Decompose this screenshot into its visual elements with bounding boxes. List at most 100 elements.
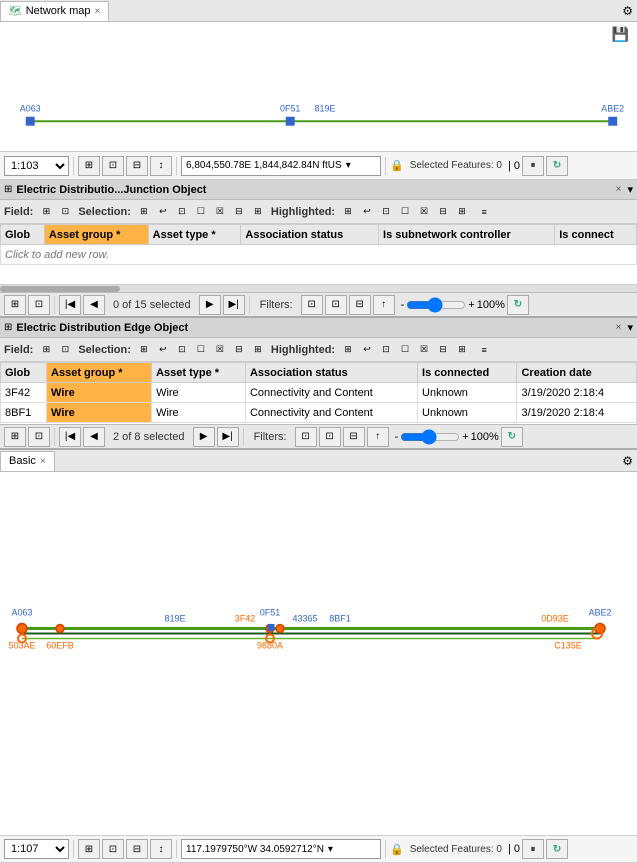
bottom-zoom-full-btn[interactable]: ⊞ [78,839,100,859]
node-bottom-60EFB[interactable] [56,625,64,633]
panel2-settings[interactable]: ≡ [475,341,493,359]
sel-icon-5[interactable]: ☒ [211,203,229,221]
zoom-range-2[interactable] [400,431,460,443]
node-bottom-3F42[interactable] [276,625,284,633]
hl2-icon-2[interactable]: ↩ [358,341,376,359]
junction-scroll-thumb[interactable] [0,286,120,292]
save-icon[interactable]: 💾 [612,26,629,43]
junction-prev-btn[interactable]: ◀ [83,295,105,315]
sel-icon-2[interactable]: ↩ [154,203,172,221]
edge-row-1[interactable]: 3F42 Wire Wire Connectivity and Content … [1,383,637,403]
junction-panel-expand[interactable]: ▾ [627,183,633,196]
filter-opt-1[interactable]: ⊡ [301,295,323,315]
basic-tab[interactable]: Basic × [0,451,55,471]
sel-icon-7[interactable]: ⊞ [249,203,267,221]
network-map-tab[interactable]: 🗺 Network map × [0,1,109,21]
field-icon-2[interactable]: ⊡ [56,203,74,221]
hl2-icon-4[interactable]: ☐ [396,341,414,359]
node-bottom-0F51-sq[interactable] [268,625,274,631]
hl-icon-1[interactable]: ⊞ [339,203,357,221]
sel2-icon-1[interactable]: ⊞ [135,341,153,359]
col-asset-group-1[interactable]: Asset group * [44,225,148,245]
hl-icon-7[interactable]: ⊞ [453,203,471,221]
zoom-selection-btn[interactable]: ⊡ [102,156,124,176]
sel2-icon-4[interactable]: ☐ [192,341,210,359]
zoom-slider-1[interactable]: - + 100% [401,299,505,311]
edge-panel-close[interactable]: × [616,322,622,333]
pause-btn[interactable]: ⏸ [522,156,544,176]
hl2-icon-1[interactable]: ⊞ [339,341,357,359]
edge-next-btn[interactable]: ▶ [193,427,215,447]
filter-opt-2[interactable]: ⊡ [325,295,347,315]
bottom-grid-btn[interactable]: ⊟ [126,839,148,859]
filter2-opt-2[interactable]: ⊡ [319,427,341,447]
zoom-slider-2[interactable]: - + 100% [395,431,499,443]
hl2-icon-3[interactable]: ⊡ [377,341,395,359]
junction-scroll[interactable] [0,284,637,292]
col-asset-group-2[interactable]: Asset group * [47,363,152,383]
filter2-opt-4[interactable]: ↑ [367,427,389,447]
junction-panel-close[interactable]: × [616,184,622,195]
field2-icon-2[interactable]: ⊡ [56,341,74,359]
sel2-icon-6[interactable]: ⊟ [230,341,248,359]
network-map-tab-close[interactable]: × [95,6,101,17]
filter-opt-3[interactable]: ⊟ [349,295,371,315]
junction-view-btn[interactable]: ⊡ [28,295,50,315]
zoom-sync-2[interactable]: ↻ [501,427,523,447]
edge-view-btn[interactable]: ⊡ [28,427,50,447]
hl-icon-3[interactable]: ⊡ [377,203,395,221]
junction-add-btn[interactable]: ⊞ [4,295,26,315]
zoom-range-1[interactable] [406,299,466,311]
junction-first-btn[interactable]: |◀ [59,295,81,315]
edge-row-2[interactable]: 8BF1 Wire Wire Connectivity and Content … [1,403,637,423]
junction-add-row[interactable]: Click to add new row. [1,245,637,265]
edge-panel-expand[interactable]: ▾ [627,321,633,334]
bottom-zoom-sel-btn[interactable]: ⊡ [102,839,124,859]
hl-icon-4[interactable]: ☐ [396,203,414,221]
junction-next-btn[interactable]: ▶ [199,295,221,315]
hl-icon-6[interactable]: ⊟ [434,203,452,221]
bottom-pan-btn[interactable]: ↕ [150,839,172,859]
refresh-btn[interactable]: ↻ [546,156,568,176]
sel-icon-4[interactable]: ☐ [192,203,210,221]
filter-opt-4[interactable]: ↑ [373,295,395,315]
zoom-full-btn[interactable]: ⊞ [78,156,100,176]
panel1-settings[interactable]: ≡ [475,203,493,221]
bottom-scale-select[interactable]: 1:107 [4,839,69,859]
hl2-icon-7[interactable]: ⊞ [453,341,471,359]
panel-settings-icon[interactable]: ⚙ [618,2,637,20]
sel-icon-1[interactable]: ⊞ [135,203,153,221]
filter2-opt-3[interactable]: ⊟ [343,427,365,447]
sel2-icon-3[interactable]: ⊡ [173,341,191,359]
zoom-sync-1[interactable]: ↻ [507,295,529,315]
node-ABE2[interactable] [609,117,617,125]
edge-prev-btn[interactable]: ◀ [83,427,105,447]
bottom-refresh-btn[interactable]: ↻ [546,839,568,859]
sel-icon-3[interactable]: ⊡ [173,203,191,221]
filter2-opt-1[interactable]: ⊡ [295,427,317,447]
basic-tab-close[interactable]: × [40,456,46,467]
hl2-icon-5[interactable]: ☒ [415,341,433,359]
node-bottom-A063[interactable] [17,624,27,634]
bottom-coord-dropdown[interactable]: ▾ [328,844,333,855]
grid-btn[interactable]: ⊟ [126,156,148,176]
edge-add-btn[interactable]: ⊞ [4,427,26,447]
bottom-pause-btn[interactable]: ⏸ [522,839,544,859]
pan-btn[interactable]: ↕ [150,156,172,176]
basic-panel-settings[interactable]: ⚙ [618,452,637,470]
edge-last-btn[interactable]: ▶| [217,427,239,447]
junction-last-btn[interactable]: ▶| [223,295,245,315]
coord-dropdown-icon[interactable]: ▾ [346,160,351,171]
sel-icon-6[interactable]: ⊟ [230,203,248,221]
hl2-icon-6[interactable]: ⊟ [434,341,452,359]
field-icon-1[interactable]: ⊞ [37,203,55,221]
hl-icon-5[interactable]: ☒ [415,203,433,221]
scale-select[interactable]: 1:103 [4,156,69,176]
node-A063[interactable] [26,117,34,125]
node-0F51[interactable] [286,117,294,125]
edge-first-btn[interactable]: |◀ [59,427,81,447]
hl-icon-2[interactable]: ↩ [358,203,376,221]
field2-icon-1[interactable]: ⊞ [37,341,55,359]
sel2-icon-5[interactable]: ☒ [211,341,229,359]
sel2-icon-7[interactable]: ⊞ [249,341,267,359]
